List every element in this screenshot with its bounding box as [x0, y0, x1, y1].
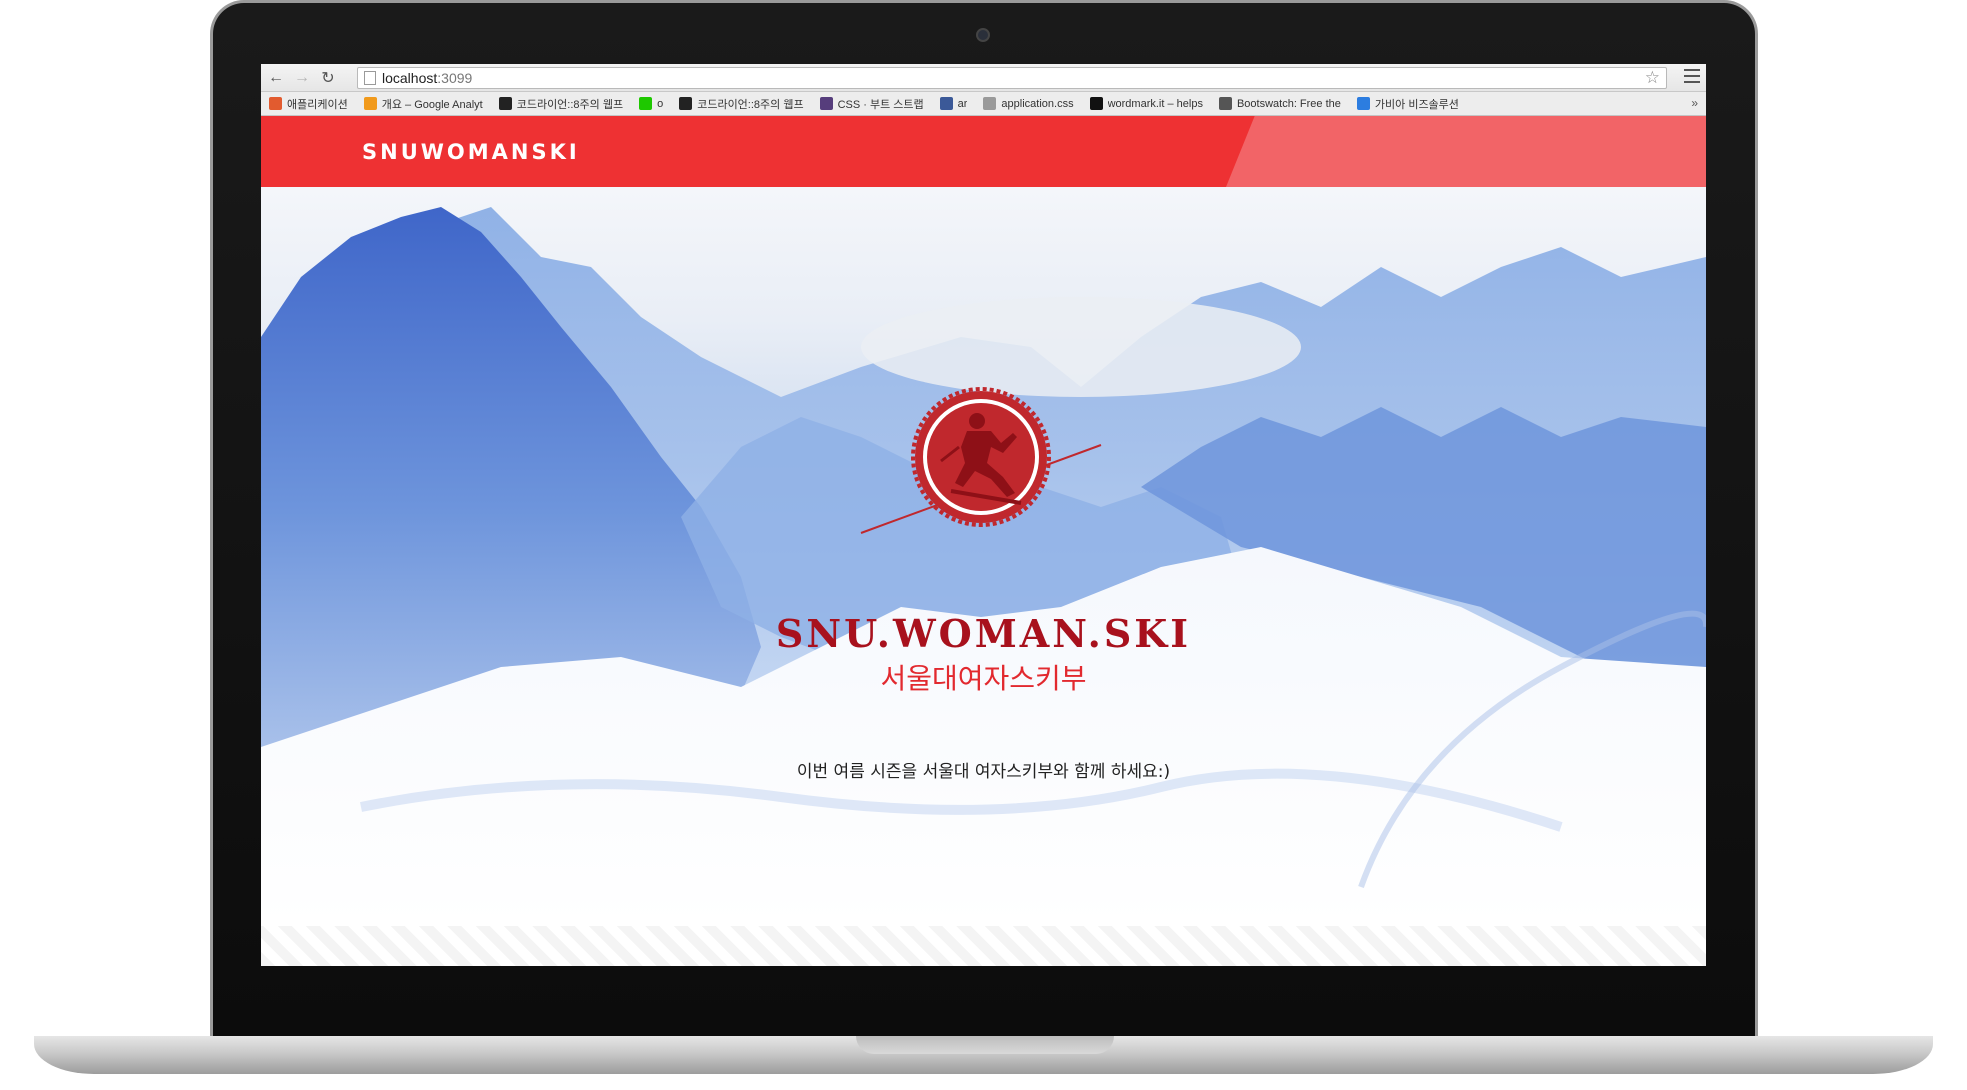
address-bar[interactable]: localhost:3099 ☆: [357, 67, 1667, 89]
bookmark-label: Bootswatch: Free the: [1236, 97, 1341, 110]
hero-section: SNU.WOMAN.SKI 서울대여자스키부 이번 여름 시즌을 서울대 여자스…: [261, 187, 1706, 926]
bookmark-label: 코드라이언::8주의 웹프: [697, 98, 804, 111]
bookmark-item[interactable]: 코드라이언::8주의 웹프: [498, 96, 624, 112]
back-arrow-icon[interactable]: ←: [265, 67, 287, 89]
apps-grid-icon: [269, 97, 282, 110]
bookmark-label: CSS · 부트 스트랩: [837, 98, 924, 111]
hero-title: SNU.WOMAN.SKI: [775, 611, 1192, 656]
page-icon: [364, 71, 376, 85]
bookmark-label: wordmark.it – helps: [1107, 97, 1203, 110]
bookmark-item[interactable]: 개요 – Google Analyt: [363, 96, 483, 112]
webcam: [976, 28, 990, 42]
wordmark-icon: [1089, 97, 1103, 110]
codelion-icon: [679, 97, 693, 110]
mountain-background: [261, 207, 1706, 926]
hamburger-menu-icon[interactable]: [1684, 69, 1700, 83]
screen: ← → ↻ localhost:3099 ☆ 애플리케이션 개요 – Google…: [261, 64, 1706, 966]
codelion-icon: [498, 97, 512, 110]
bookmark-item[interactable]: 가비아 비즈솔루션: [1356, 96, 1459, 112]
naver-icon: [639, 97, 653, 110]
bookmark-item[interactable]: CSS · 부트 스트랩: [819, 96, 924, 112]
file-icon: [983, 97, 997, 110]
bookmark-label: ar: [957, 97, 968, 110]
bookmark-item[interactable]: 애플리케이션: [269, 96, 348, 112]
bookmarks-bar: 애플리케이션 개요 – Google Analyt 코드라이언::8주의 웹프 o 코드…: [261, 92, 1706, 116]
gabia-icon: [1356, 97, 1370, 110]
forward-arrow-icon[interactable]: →: [291, 67, 313, 89]
header-accent: [1226, 116, 1706, 187]
bookmark-label: 가비아 비즈솔루션: [1374, 98, 1459, 111]
bookmark-item[interactable]: 코드라이언::8주의 웹프: [679, 96, 804, 112]
bookmark-item[interactable]: ar: [939, 97, 968, 110]
hero-subtitle: 서울대여자스키부: [880, 662, 1087, 695]
laptop-mockup: ← → ↻ localhost:3099 ☆ 애플리케이션 개요 – Google…: [0, 0, 1967, 1090]
analytics-icon: [363, 97, 377, 110]
url-text[interactable]: localhost:3099: [382, 70, 472, 86]
bookmark-label: application.css: [1001, 97, 1074, 110]
bookmark-item[interactable]: wordmark.it – helps: [1089, 97, 1203, 110]
star-icon[interactable]: ☆: [1645, 68, 1660, 88]
laptop-notch: [856, 1036, 1114, 1054]
bookmark-item[interactable]: Bootswatch: Free the: [1218, 97, 1341, 110]
reload-icon[interactable]: ↻: [317, 67, 339, 89]
facebook-icon: [939, 97, 953, 110]
bootstrap-icon: [819, 97, 833, 110]
bookmarks-overflow-button[interactable]: »: [1691, 96, 1698, 110]
bookmark-label: o: [657, 97, 664, 110]
bookmark-item[interactable]: application.css: [983, 97, 1074, 110]
bootswatch-icon: [1218, 97, 1232, 110]
site-header: SNUWOMANSKI: [261, 116, 1706, 187]
bookmark-label: 코드라이언::8주의 웹프: [516, 98, 624, 111]
browser-toolbar: ← → ↻ localhost:3099 ☆: [261, 64, 1706, 92]
hero-tagline: 이번 여름 시즌을 서울대 여자스키부와 함께 하세요:): [796, 762, 1171, 782]
bookmark-item[interactable]: o: [639, 97, 663, 110]
site-brand[interactable]: SNUWOMANSKI: [362, 140, 580, 164]
page-footer-pattern: [261, 926, 1706, 966]
bookmark-label: 개요 – Google Analyt: [381, 98, 483, 111]
skier-badge-icon: [860, 387, 1102, 534]
bookmark-label: 애플리케이션: [287, 98, 348, 111]
